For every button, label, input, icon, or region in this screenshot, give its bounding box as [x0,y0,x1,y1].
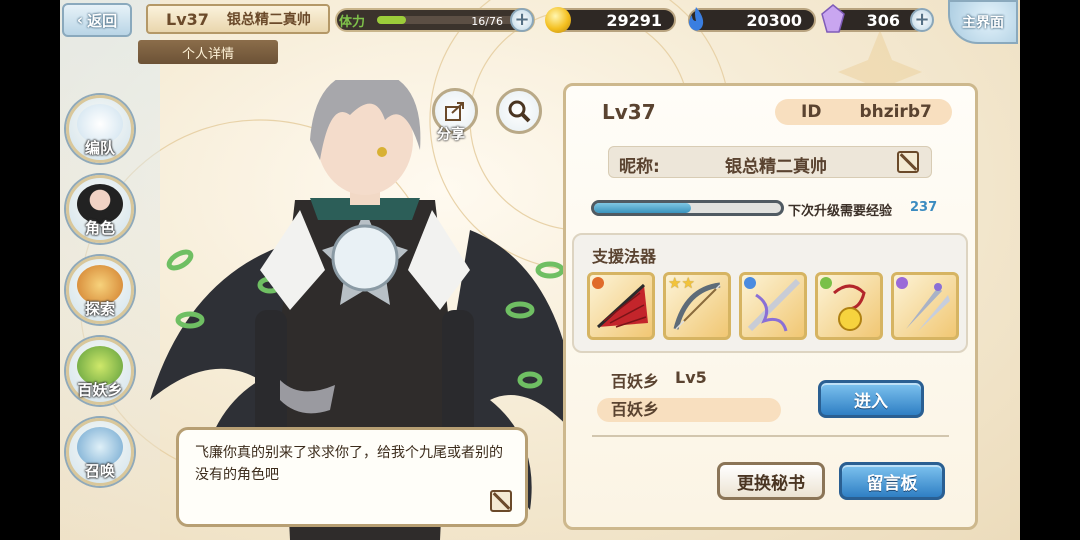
edit-signature-icon[interactable] [490,490,512,512]
back-label: 返回 [87,11,118,30]
gold-coin-icon [545,7,571,33]
add-stamina-button[interactable]: + [510,8,534,32]
id-value: bhzirb7 [859,102,932,122]
sidebar-item-explore[interactable]: 探索 [66,256,134,324]
share-icon [445,102,464,121]
nickname-label: 昵称: [619,157,660,177]
stamina-label: 体力 [339,15,366,30]
sidebar-item-village[interactable]: 百妖乡 [66,337,134,405]
signature-bubble: 飞廉你真的别来了求求你了，给我个九尾或者别的没有的角色吧 [176,427,528,527]
support-item-1[interactable] [587,272,655,340]
exp-value: 237 [910,200,938,215]
support-item-5[interactable] [891,272,959,340]
element-wind-icon [820,277,832,289]
player-id: ID bhzirb7 [775,99,952,125]
home-button[interactable]: 主界面 [948,0,1018,44]
sidebar-item-label: 百妖乡 [77,381,123,399]
village-title: 百妖乡 [611,372,660,391]
exp-fill [594,203,692,213]
share-label: 分享 [437,127,465,143]
exp-bar [591,200,784,216]
spirit-value: 20300 [746,11,802,30]
home-label: 主界面 [962,15,1004,31]
edit-nickname-icon[interactable] [897,151,919,173]
profile-level: Lv37 [602,100,656,124]
sidebar-item-summon[interactable]: 召唤 [66,418,134,486]
enter-village-button[interactable]: 进入 [818,380,924,418]
nickname-value: 银总精二真帅 [725,157,827,177]
support-item-3[interactable] [739,272,807,340]
signature-text: 飞廉你真的别来了求求你了，给我个九尾或者别的没有的角色吧 [195,445,503,483]
add-crystal-button[interactable]: + [910,8,934,32]
player-level: Lv37 [166,9,209,29]
support-item-2[interactable]: ★★ [663,272,731,340]
star-rating: ★★ [668,274,695,292]
zoom-button[interactable] [496,88,542,134]
back-button[interactable]: ‹ 返回 [62,3,132,37]
nickname-field: 昵称: 银总精二真帅 [608,146,932,178]
gold-value: 29291 [606,11,662,30]
support-title: 支援法器 [592,247,657,266]
stamina-fill [377,16,407,24]
player-plate: Lv37 银总精二真帅 [146,4,330,34]
spirit-flame-icon [689,7,704,31]
sidebar-item-label: 角色 [84,219,115,237]
element-dark-icon [896,277,908,289]
village-name: 百妖乡 [597,398,781,422]
element-fire-icon [592,277,604,289]
player-name: 银总精二真帅 [226,12,311,28]
element-water-icon [744,277,756,289]
sidebar-item-label: 召唤 [84,462,115,480]
village-level: Lv5 [675,368,707,387]
support-item-4[interactable] [815,272,883,340]
sidebar-item-label: 编队 [84,139,115,157]
sidebar-item-formation[interactable]: 编队 [66,95,134,163]
crystal-icon [821,4,845,33]
sidebar-item-label: 探索 [84,300,115,318]
id-label: ID [801,102,822,122]
support-artifacts-panel: 支援法器 ★★ [572,233,968,353]
magnifier-icon [508,100,531,123]
page-title: 个人详情 [138,40,278,64]
plus-icon: + [914,9,930,30]
stamina-bar: 体力 16/76 [335,8,535,32]
exp-text: 下次升级需要经验 [788,204,893,219]
stamina-value: 16/76 [471,15,503,28]
plus-icon: + [514,9,530,30]
chevron-left-icon: ‹ [76,11,84,29]
crystal-value: 306 [866,11,900,30]
divider [592,435,949,437]
sidebar-item-character[interactable]: 角色 [66,175,134,243]
change-secretary-button[interactable]: 更换秘书 [717,462,825,500]
message-board-button[interactable]: 留言板 [839,462,945,500]
